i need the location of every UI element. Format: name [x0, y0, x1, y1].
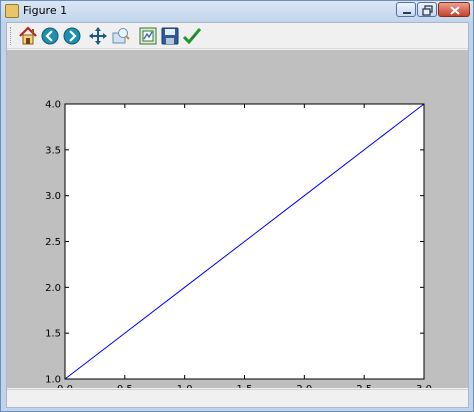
- x-tick-label: 1.0: [177, 384, 193, 388]
- x-tick-label: 0.5: [117, 384, 133, 388]
- back-button[interactable]: [39, 25, 61, 47]
- y-tick-label: 3.0: [45, 191, 61, 202]
- status-bar: [7, 389, 468, 407]
- home-button[interactable]: [17, 25, 39, 47]
- edit-button[interactable]: [181, 25, 203, 47]
- y-tick-label: 1.5: [45, 329, 61, 340]
- save-icon: [161, 27, 179, 45]
- maximize-button[interactable]: [417, 2, 437, 17]
- pan-icon: [89, 27, 107, 45]
- home-icon: [19, 26, 37, 45]
- zoom-button[interactable]: [109, 25, 131, 47]
- figure-canvas[interactable]: 0.00.51.01.52.02.53.01.01.52.02.53.03.54…: [7, 50, 468, 396]
- app-icon: [5, 4, 19, 18]
- subplots-icon: [139, 27, 157, 45]
- figure-window: Figure 1 1.0 1.5 2.0 2.5 3.0 3.5 4.0: [0, 0, 474, 412]
- edit-icon: [182, 28, 202, 45]
- save-button[interactable]: [159, 25, 181, 47]
- y-tick-label: 2.0: [45, 283, 61, 294]
- forward-button[interactable]: [61, 25, 83, 47]
- back-icon: [41, 27, 59, 45]
- y-tick-label: 3.5: [45, 145, 61, 156]
- x-tick-label: 3.0: [416, 384, 432, 388]
- client-area: 0.00.51.01.52.02.53.01.01.52.02.53.03.54…: [6, 22, 469, 408]
- restore-icon: [422, 5, 433, 16]
- title-bar[interactable]: Figure 1: [1, 1, 473, 21]
- y-tick-label: 2.5: [45, 237, 61, 248]
- navigation-toolbar: [7, 23, 468, 49]
- x-tick-label: 2.0: [296, 384, 312, 388]
- close-button[interactable]: [438, 2, 470, 17]
- forward-icon: [63, 27, 81, 45]
- close-icon: [450, 6, 460, 15]
- minimize-button[interactable]: [396, 2, 416, 17]
- minimize-icon: [403, 12, 411, 14]
- pan-button[interactable]: [87, 25, 109, 47]
- line-chart: 0.00.51.01.52.02.53.01.01.52.02.53.03.54…: [45, 100, 432, 396]
- y-tick-label: 1.0: [45, 375, 61, 386]
- x-tick-label: 2.5: [356, 384, 372, 388]
- subplots-button[interactable]: [137, 25, 159, 47]
- zoom-icon: [112, 28, 130, 44]
- window-title: Figure 1: [23, 4, 68, 17]
- x-tick-label: 1.5: [237, 384, 253, 388]
- y-tick-label: 4.0: [45, 100, 61, 111]
- toolbar-grip: [10, 27, 13, 45]
